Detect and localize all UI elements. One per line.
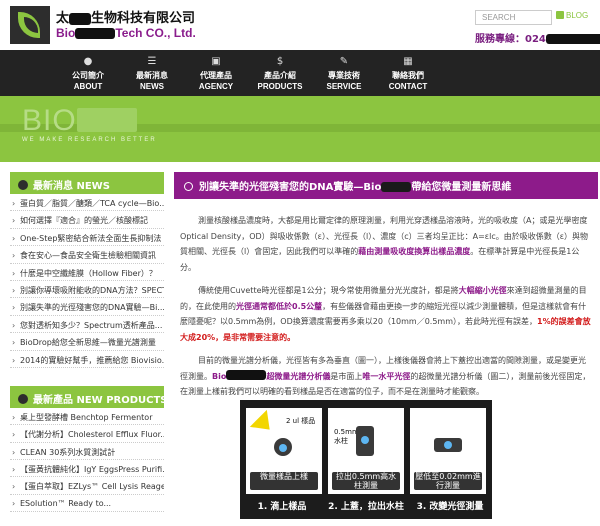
figure-panel-3: 壓低至0.02mm進行測量: [410, 408, 486, 494]
figure-panel-2: 0.5mm 水柱 拉出0.5mm高水柱測量: [328, 408, 404, 494]
hotline: 服務專線：024: [475, 30, 600, 45]
products-list: › 桌上型發酵槽 Benchtop Fermentor › 【代謝分析】Choles…: [10, 408, 164, 513]
article-paragraph-3: 目前的微量光譜分析儀，光徑皆有多為垂直（圖一），上樣後儀器會將上下蓋控出適當的間…: [180, 356, 591, 396]
chevron-right-icon: ›: [12, 303, 16, 313]
chevron-right-icon: ›: [12, 251, 16, 261]
chevron-right-icon: ›: [12, 465, 16, 475]
sidebar: 最新消息 NEWS › 蛋白質／脂質／醣類／TCA cycle—Bio... › 如…: [10, 172, 168, 513]
news-item[interactable]: › 什麼是中空纖維膜（Hollow Fiber）？: [10, 264, 164, 281]
article-paragraph-1: 測量核酸樣品濃度時，大都是用比爾定律的原理測量，利用光穿透樣品溶液時，光的吸收度…: [180, 216, 589, 272]
company-name-zh: 太生物科技有限公司: [56, 11, 196, 26]
chevron-right-icon: ›: [12, 233, 16, 243]
news-item[interactable]: › 別讓你導壞吸附能收的DNA方法？SPECT...: [10, 281, 164, 299]
product-item[interactable]: › CLEAN 30系列水質測試計: [10, 443, 164, 461]
chevron-right-icon: ›: [12, 338, 16, 348]
chevron-right-icon: ›: [12, 430, 16, 440]
redacted-text: [545, 34, 600, 44]
circle-icon: [184, 182, 193, 191]
grid-icon: ▦: [403, 55, 413, 67]
news-item[interactable]: › BioDrop給您全新思維—微量光譜測量: [10, 333, 164, 351]
step-3-label: 3. 改變光徑測量: [416, 502, 484, 512]
chevron-right-icon: ›: [12, 412, 16, 422]
nav-about[interactable]: ● 公司簡介 ABOUT: [56, 50, 120, 96]
blog-link[interactable]: BLOG: [556, 11, 588, 20]
company-name-en: Bio Tech CO., Ltd.: [56, 26, 196, 40]
news-item[interactable]: › 如何選擇『適合』的螢光／核酸標記: [10, 211, 164, 229]
product-item[interactable]: › ESolution™ Ready to...: [10, 495, 164, 513]
banner-title: BIO: [22, 104, 137, 138]
redacted-text: [381, 182, 412, 192]
news-item[interactable]: › 別讓失準的光徑殘害您的DNA實驗—Bi...: [10, 298, 164, 316]
news-item[interactable]: › 2014的實驗好幫手，推薦給您 Biovisio...: [10, 351, 164, 368]
banner-slogan: WE MAKE RESEARCH BETTER: [22, 137, 157, 143]
nav-contact[interactable]: ▦ 聯絡我們 CONTACT: [376, 50, 440, 96]
person-icon: ●: [83, 55, 93, 67]
products-section-header: 最新產品 NEW PRODUCTS: [10, 385, 168, 408]
article-paragraph-2: 傳統使用Cuvette時光徑都是1公分；現今常使用微量分光光度計，都是將大幅縮小…: [180, 286, 591, 342]
product-item[interactable]: › 【蛋黃抗體純化】IgY EggsPress Purifi...: [10, 460, 164, 478]
chevron-right-icon: ›: [12, 447, 16, 457]
nav-agency[interactable]: ▣ 代理產品 AGENCY: [184, 50, 248, 96]
search-input[interactable]: SEARCH: [475, 10, 552, 25]
chevron-right-icon: ›: [12, 216, 16, 226]
company-logo[interactable]: [10, 6, 50, 44]
product-item[interactable]: › 桌上型發酵槽 Benchtop Fermentor: [10, 408, 164, 426]
news-item[interactable]: › One-Step緊密結合新法全面生長抑制法: [10, 229, 164, 247]
site-header: 太生物科技有限公司 Bio Tech CO., Ltd. SEARCH BLOG …: [0, 0, 600, 50]
bullet-icon: [18, 393, 28, 404]
news-item[interactable]: › 食在安心—食品安全衛生檢驗相關資訊: [10, 246, 164, 264]
nav-news[interactable]: ☰ 最新消息 NEWS: [120, 50, 184, 96]
rss-icon: [556, 11, 564, 19]
chevron-right-icon: ›: [12, 268, 16, 278]
step-2-label: 2. 上蓋，拉出水柱: [328, 502, 404, 512]
chevron-right-icon: ›: [12, 285, 16, 295]
figure-panel-1: 2 ul 樣品 微量樣品上樣: [246, 408, 322, 494]
chevron-right-icon: ›: [12, 498, 16, 508]
news-list: › 蛋白質／脂質／醣類／TCA cycle—Bio... › 如何選擇『適合』的螢光…: [10, 194, 164, 368]
bullet-icon: [18, 180, 28, 190]
step-1-label: 1. 滴上樣品: [257, 502, 307, 512]
dollar-icon: $: [276, 55, 284, 67]
news-section-header: 最新消息 NEWS: [10, 172, 164, 194]
redacted-text: [75, 28, 116, 40]
measurement-steps-figure: 2 ul 樣品 微量樣品上樣 0.5mm 水柱 拉出0.5mm高水柱測量 壓低至…: [240, 400, 492, 519]
figure-steps: 1. 滴上樣品 2. 上蓋，拉出水柱 3. 改變光徑測量: [240, 498, 492, 518]
chevron-right-icon: ›: [12, 199, 16, 208]
chevron-right-icon: ›: [12, 482, 16, 492]
chevron-right-icon: ›: [12, 320, 16, 330]
chevron-right-icon: ›: [12, 355, 16, 365]
article: 別讓失準的光徑殘害您的DNA實驗—Bio 帶給您微量測量新思維 測量核酸樣品濃度時…: [174, 172, 598, 400]
nav-products[interactable]: $ 產品介紹 PRODUCTS: [248, 50, 312, 96]
package-icon: ▣: [211, 55, 221, 67]
main-nav: ● 公司簡介 ABOUT ☰ 最新消息 NEWS ▣ 代理產品 AGENCY $…: [0, 50, 600, 96]
redacted-text: [76, 108, 137, 132]
redacted-text: [69, 12, 92, 25]
redacted-text: [226, 369, 267, 380]
news-item[interactable]: › 蛋白質／脂質／醣類／TCA cycle—Bio...: [10, 194, 164, 212]
wrench-icon: ✎: [339, 55, 349, 67]
hero-banner: BIO WE MAKE RESEARCH BETTER: [0, 96, 600, 162]
product-item[interactable]: › 【蛋白萃取】EZLys™ Cell Lysis Reage...: [10, 477, 164, 495]
list-icon: ☰: [147, 55, 157, 67]
nav-service[interactable]: ✎ 專業技術 SERVICE: [312, 50, 376, 96]
news-item[interactable]: › 您對透析知多少？Spectrum透析產品...: [10, 316, 164, 334]
arrow-icon: [249, 409, 279, 439]
article-title: 別讓失準的光徑殘害您的DNA實驗—Bio 帶給您微量測量新思維: [174, 172, 598, 199]
product-item[interactable]: › 【代謝分析】Cholesterol Efflux Fluor...: [10, 425, 164, 443]
